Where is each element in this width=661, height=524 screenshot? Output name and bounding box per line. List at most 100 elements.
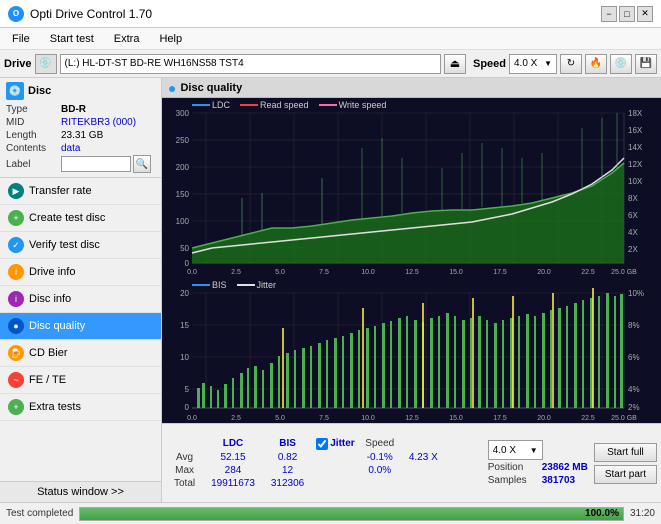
chart-icon: ● — [168, 80, 176, 96]
app-icon: O — [8, 6, 24, 22]
svg-text:2.5: 2.5 — [231, 415, 241, 422]
menu-start-test[interactable]: Start test — [42, 31, 102, 47]
svg-text:15.0: 15.0 — [449, 415, 463, 422]
status-window-button[interactable]: Status window >> — [0, 481, 161, 502]
create-test-disc-icon: + — [8, 210, 24, 226]
avg-ldc: 52.15 — [203, 451, 263, 464]
speed-select[interactable]: 4.0 X ▼ — [509, 54, 557, 74]
svg-text:6%: 6% — [628, 353, 640, 362]
sidebar-label-transfer-rate: Transfer rate — [29, 185, 92, 197]
sidebar-label-create-test-disc: Create test disc — [29, 212, 105, 224]
svg-text:7.5: 7.5 — [319, 269, 329, 276]
close-button[interactable]: ✕ — [637, 6, 653, 22]
drive-eject-button[interactable]: ⏏ — [444, 54, 466, 74]
disc-mid-label: MID — [6, 116, 61, 129]
sidebar-item-disc-quality[interactable]: ● Disc quality — [0, 313, 161, 340]
sidebar-item-extra-tests[interactable]: + Extra tests — [0, 394, 161, 421]
burn-icon-button[interactable]: 🔥 — [585, 54, 607, 74]
svg-text:8X: 8X — [628, 194, 638, 203]
svg-text:2.5: 2.5 — [231, 269, 241, 276]
max-ldc: 284 — [203, 464, 263, 477]
svg-text:150: 150 — [176, 190, 190, 199]
chart-title: Disc quality — [180, 82, 242, 94]
svg-text:15.0: 15.0 — [449, 269, 463, 276]
legend-read-speed: Read speed — [260, 100, 309, 110]
svg-text:22.5: 22.5 — [581, 415, 595, 422]
drive-select[interactable]: (L:) HL-DT-ST BD-RE WH16NS58 TST4 — [60, 54, 441, 74]
start-part-button[interactable]: Start part — [594, 465, 657, 484]
svg-text:17.5: 17.5 — [493, 415, 507, 422]
svg-text:8%: 8% — [628, 321, 640, 330]
sidebar-item-fe-te[interactable]: ~ FE / TE — [0, 367, 161, 394]
speed-dropdown[interactable]: 4.0 X ▼ — [488, 440, 543, 460]
upper-chart-svg: 300 250 200 150 100 50 0 18X 16X 14X 12X… — [162, 98, 661, 278]
sidebar-item-cd-bier[interactable]: 🍺 CD Bier — [0, 340, 161, 367]
minimize-button[interactable]: − — [601, 6, 617, 22]
start-full-button[interactable]: Start full — [594, 443, 657, 462]
svg-text:250: 250 — [176, 136, 190, 145]
lower-chart-svg: 20 15 10 5 0 10% 8% 6% 4% 2% 0.0 2.5 — [162, 278, 661, 423]
svg-text:7.5: 7.5 — [319, 415, 329, 422]
disc-length-value: 23.31 GB — [61, 129, 155, 142]
svg-text:0.0: 0.0 — [187, 415, 197, 422]
legend-write-speed: Write speed — [339, 100, 387, 110]
svg-text:100: 100 — [176, 217, 190, 226]
disc-contents-label: Contents — [6, 142, 61, 155]
progress-value: 100.0% — [585, 508, 619, 520]
progress-bar-fill — [80, 508, 623, 520]
svg-text:15: 15 — [180, 321, 189, 330]
svg-text:20.0: 20.0 — [537, 269, 551, 276]
svg-text:14X: 14X — [628, 143, 643, 152]
legend-ldc: LDC — [212, 100, 230, 110]
sidebar-item-drive-info[interactable]: i Drive info — [0, 259, 161, 286]
avg-speed: 4.23 X — [401, 451, 446, 464]
jitter-checkbox[interactable] — [316, 438, 328, 450]
progress-time: 31:20 — [630, 508, 655, 519]
disc-quality-icon: ● — [8, 318, 24, 334]
sidebar-item-verify-test-disc[interactable]: ✓ Verify test disc — [0, 232, 161, 259]
drive-info-icon: i — [8, 264, 24, 280]
legend-bis: BIS — [212, 280, 227, 290]
max-bis: 12 — [263, 464, 312, 477]
disc-label-input[interactable] — [61, 156, 131, 172]
status-window-label: Status window >> — [37, 486, 124, 498]
svg-text:12X: 12X — [628, 160, 643, 169]
avg-jitter: -0.1% — [359, 451, 401, 464]
app-title: Opti Drive Control 1.70 — [30, 7, 152, 21]
jitter-label: Jitter — [330, 438, 354, 449]
max-jitter: 0.0% — [359, 464, 401, 477]
total-bis: 312306 — [263, 477, 312, 490]
svg-text:2X: 2X — [628, 245, 638, 254]
disc-section-icon: 💿 — [6, 82, 24, 100]
sidebar-item-create-test-disc[interactable]: + Create test disc — [0, 205, 161, 232]
disc-length-label: Length — [6, 129, 61, 142]
speed-refresh-button[interactable]: ↻ — [560, 54, 582, 74]
total-ldc: 19911673 — [203, 477, 263, 490]
svg-text:10X: 10X — [628, 177, 643, 186]
menu-file[interactable]: File — [4, 31, 38, 47]
svg-text:20.0: 20.0 — [537, 415, 551, 422]
svg-text:10: 10 — [180, 353, 189, 362]
cd-bier-icon: 🍺 — [8, 345, 24, 361]
sidebar-item-transfer-rate[interactable]: ▶ Transfer rate — [0, 178, 161, 205]
menu-extra[interactable]: Extra — [106, 31, 148, 47]
sidebar-label-drive-info: Drive info — [29, 266, 75, 278]
svg-text:10%: 10% — [628, 289, 644, 298]
progress-bar-container: 100.0% — [79, 507, 624, 521]
avg-label: Avg — [166, 451, 203, 464]
disc-label-button[interactable]: 🔍 — [133, 155, 151, 173]
menu-help[interactable]: Help — [151, 31, 190, 47]
svg-text:10.0: 10.0 — [361, 415, 375, 422]
save-icon-button[interactable]: 💾 — [635, 54, 657, 74]
disc-type-value: BD-R — [61, 103, 155, 116]
maximize-button[interactable]: □ — [619, 6, 635, 22]
col-ldc: LDC — [203, 437, 263, 451]
svg-text:5: 5 — [185, 385, 190, 394]
disc-icon-button[interactable]: 💿 — [610, 54, 632, 74]
svg-text:6X: 6X — [628, 211, 638, 220]
svg-text:4X: 4X — [628, 228, 638, 237]
drive-label: Drive — [4, 58, 32, 70]
avg-bis: 0.82 — [263, 451, 312, 464]
sidebar-item-disc-info[interactable]: i Disc info — [0, 286, 161, 313]
svg-text:2%: 2% — [628, 403, 640, 412]
